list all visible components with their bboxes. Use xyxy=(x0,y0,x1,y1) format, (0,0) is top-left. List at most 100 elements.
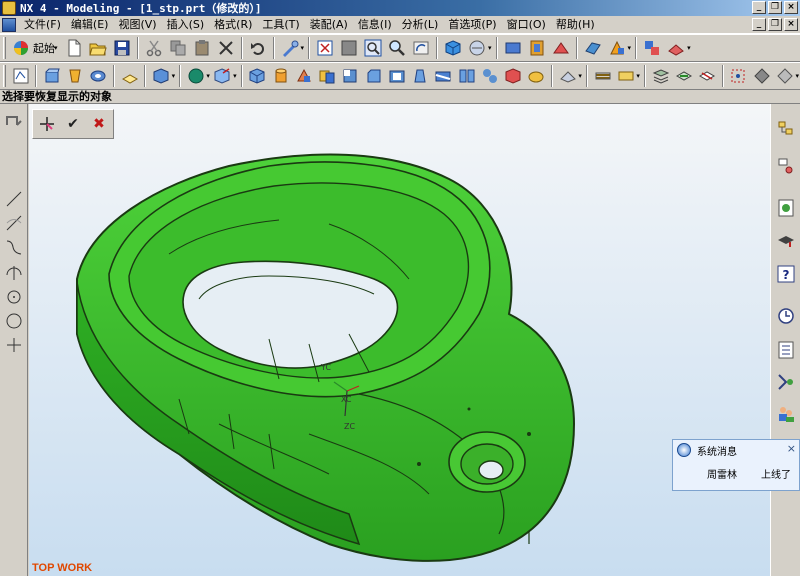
edit-object-button[interactable] xyxy=(279,37,301,59)
render-style-dropdown-icon[interactable]: ▾ xyxy=(488,44,492,52)
revolve-button[interactable] xyxy=(65,65,86,87)
cut-button[interactable] xyxy=(143,37,165,59)
system-notification-popup[interactable]: 系统消息 × 周雷林 上线了 xyxy=(672,439,800,491)
color-dropdown-icon[interactable]: ▾ xyxy=(206,72,210,80)
copy-button[interactable] xyxy=(167,37,189,59)
perpendicular-tool[interactable] xyxy=(3,262,25,284)
render-style-button[interactable] xyxy=(466,37,488,59)
menu-format[interactable]: 格式(R) xyxy=(209,17,257,33)
assembly-navigator-tab[interactable] xyxy=(775,118,797,142)
menu-analysis[interactable]: 分析(L) xyxy=(397,17,444,33)
offset-face-button[interactable] xyxy=(503,65,524,87)
reuse-library-tab[interactable] xyxy=(775,370,797,394)
blend-button[interactable] xyxy=(550,37,572,59)
new-file-button[interactable] xyxy=(63,37,85,59)
menu-information[interactable]: 信息(I) xyxy=(353,17,397,33)
document-icon[interactable] xyxy=(2,17,16,32)
menu-tools[interactable]: 工具(T) xyxy=(257,17,304,33)
notification-user[interactable]: 周雷林 xyxy=(707,466,737,481)
delete-button[interactable] xyxy=(215,37,237,59)
roles-tab[interactable] xyxy=(775,402,797,426)
doc-restore-button[interactable]: ❐ xyxy=(768,18,782,31)
minimize-button[interactable]: _ xyxy=(752,1,766,14)
undo-button[interactable] xyxy=(247,37,269,59)
graphics-viewport[interactable]: YC XC ZC ✔ ✖ TOP WORK xyxy=(29,104,770,576)
notification-close-button[interactable]: × xyxy=(787,442,796,455)
edit-surface-dropdown-icon[interactable]: ▾ xyxy=(687,44,691,52)
doc-minimize-button[interactable]: _ xyxy=(752,18,766,31)
edit-surface-button[interactable] xyxy=(665,37,687,59)
move-dropdown-icon[interactable]: ▾ xyxy=(233,72,237,80)
open-button[interactable] xyxy=(87,37,109,59)
face-color-button[interactable] xyxy=(641,37,663,59)
chamfer-button[interactable] xyxy=(363,65,384,87)
layer-settings-button[interactable] xyxy=(650,65,671,87)
pad-button[interactable] xyxy=(150,65,171,87)
menu-view[interactable]: 视图(V) xyxy=(113,17,161,33)
point-snap-tool[interactable] xyxy=(3,334,25,356)
edit-object-dropdown-icon[interactable]: ▾ xyxy=(301,44,305,52)
sketch-button[interactable] xyxy=(10,65,31,87)
measure-button[interactable] xyxy=(696,65,717,87)
edge-blend-button[interactable] xyxy=(340,65,361,87)
line-tool[interactable] xyxy=(3,188,25,210)
nx-app-icon[interactable] xyxy=(2,1,16,15)
unite-dropdown-icon[interactable]: ▾ xyxy=(636,72,640,80)
restore-button[interactable]: ❐ xyxy=(768,1,782,14)
datum-button[interactable] xyxy=(751,65,772,87)
history-tab[interactable] xyxy=(775,196,797,220)
cad-model[interactable]: YC XC ZC xyxy=(29,104,770,576)
circle-tool[interactable] xyxy=(3,310,25,332)
menu-assemblies[interactable]: 装配(A) xyxy=(305,17,353,33)
cancel-button[interactable]: ✖ xyxy=(87,112,111,136)
rotate-button[interactable] xyxy=(410,37,432,59)
mirror-dropdown-icon[interactable]: ▾ xyxy=(578,72,582,80)
menu-file[interactable]: 文件(F) xyxy=(19,17,66,33)
zoom-button[interactable] xyxy=(362,37,384,59)
part-navigator-tab[interactable] xyxy=(775,154,797,178)
spline-tool[interactable] xyxy=(3,236,25,258)
toolbar-grip[interactable] xyxy=(3,37,6,59)
pattern-button[interactable] xyxy=(592,65,613,87)
display-button[interactable] xyxy=(606,37,628,59)
menu-edit[interactable]: 编辑(E) xyxy=(66,17,114,33)
ok-button[interactable]: ✔ xyxy=(61,112,85,136)
save-button[interactable] xyxy=(111,37,133,59)
show-button[interactable] xyxy=(526,37,548,59)
color-button[interactable] xyxy=(185,65,206,87)
shaded-view-button[interactable] xyxy=(442,37,464,59)
split-body-button[interactable] xyxy=(456,65,477,87)
mirror-button[interactable] xyxy=(557,65,578,87)
sew-button[interactable] xyxy=(479,65,500,87)
menu-insert[interactable]: 插入(S) xyxy=(162,17,210,33)
sphere-button[interactable] xyxy=(316,65,337,87)
move-button[interactable] xyxy=(212,65,233,87)
surface-button[interactable] xyxy=(582,37,604,59)
cylinder-button[interactable] xyxy=(270,65,291,87)
training-tab[interactable] xyxy=(775,230,797,254)
extrude-button[interactable] xyxy=(41,65,62,87)
arc-tool[interactable] xyxy=(3,212,25,234)
process-studio-tab[interactable] xyxy=(775,338,797,362)
display-dropdown-icon[interactable]: ▾ xyxy=(628,44,632,52)
zoom-region-button[interactable] xyxy=(338,37,360,59)
close-button[interactable]: × xyxy=(784,1,798,14)
history-clock-tab[interactable] xyxy=(775,304,797,328)
zoom-in-button[interactable] xyxy=(386,37,408,59)
doc-close-button[interactable]: × xyxy=(784,18,798,31)
draft-button[interactable] xyxy=(410,65,431,87)
circle-center-tool[interactable] xyxy=(3,286,25,308)
cone-button[interactable] xyxy=(293,65,314,87)
shell-button[interactable] xyxy=(386,65,407,87)
hole-button[interactable] xyxy=(88,65,109,87)
menu-preferences[interactable]: 首选项(P) xyxy=(443,17,501,33)
start-dropdown-icon[interactable]: ▾ xyxy=(54,44,58,52)
paste-button[interactable] xyxy=(191,37,213,59)
scale-button[interactable] xyxy=(526,65,547,87)
selection-filter-button[interactable] xyxy=(35,112,59,136)
trim-body-button[interactable] xyxy=(433,65,454,87)
unite-button[interactable] xyxy=(615,65,636,87)
snap-point-button[interactable] xyxy=(3,110,25,132)
attribute-button[interactable] xyxy=(774,65,795,87)
fit-view-button[interactable] xyxy=(314,37,336,59)
